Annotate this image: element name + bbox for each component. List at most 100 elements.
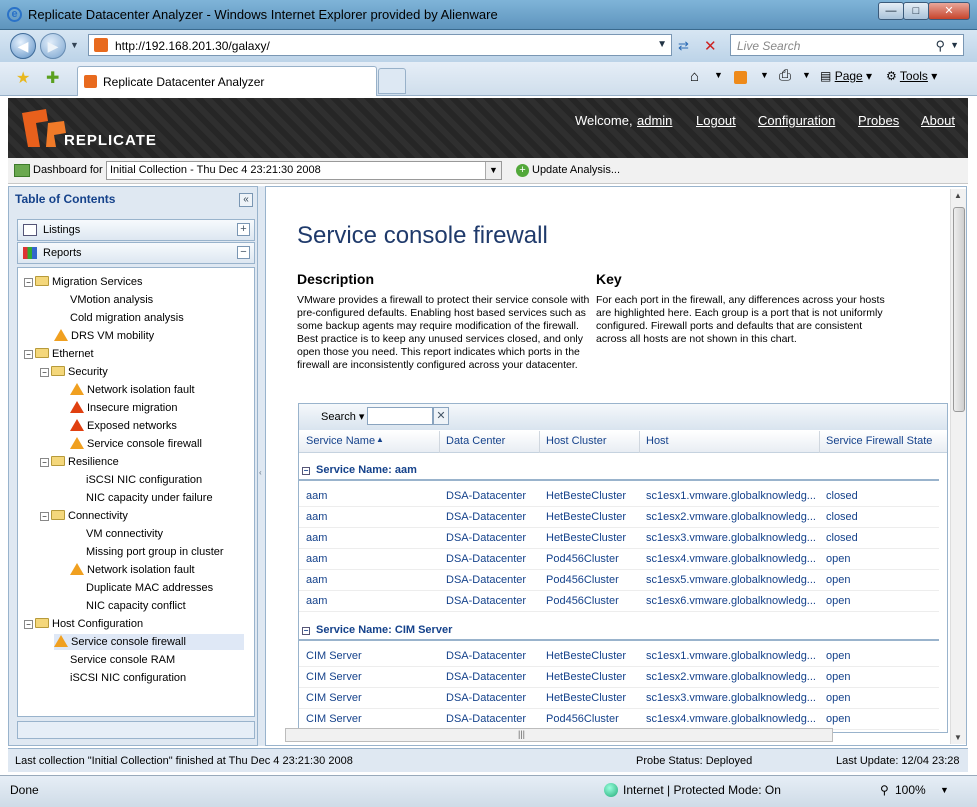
home-icon[interactable]: ⌂	[690, 68, 699, 85]
panel-splitter[interactable]: ‹	[258, 186, 265, 746]
add-favorites-icon[interactable]: ✚	[46, 68, 59, 88]
feeds-dropdown-icon[interactable]: ▼	[760, 70, 769, 80]
tree-report-item[interactable]: NIC capacity under failure	[70, 490, 213, 506]
scroll-up-icon[interactable]: ▲	[954, 191, 962, 200]
collapse-node-icon[interactable]: −	[40, 458, 49, 467]
maximize-button[interactable]: □	[903, 2, 929, 20]
splitter-arrow-icon[interactable]: ‹	[259, 468, 262, 477]
column-header[interactable]: Data Center	[446, 435, 505, 447]
dashboard-select[interactable]: Initial Collection - Thu Dec 4 23:21:30 …	[106, 161, 502, 180]
search-dropdown-icon[interactable]: ▼	[950, 40, 959, 50]
tree-folder[interactable]: − Host Configuration	[24, 616, 143, 632]
tree-report-item[interactable]: iSCSI NIC configuration	[70, 472, 202, 488]
back-button[interactable]: ◀	[10, 33, 36, 59]
grid-group-header[interactable]: − Service Name: CIM Server	[299, 619, 939, 641]
tree-report-item[interactable]: VM connectivity	[70, 526, 163, 542]
tree-report-item[interactable]: Service console RAM	[54, 652, 175, 668]
table-row[interactable]: aam DSA-Datacenter Pod456Cluster sc1esx6.vm…	[299, 591, 939, 612]
listings-accordion[interactable]: Listings +	[17, 219, 255, 241]
tree-report-item[interactable]: Network isolation fault	[70, 562, 195, 578]
search-input[interactable]: Live Search ⚲ ▼	[730, 34, 964, 56]
table-row[interactable]: aam DSA-Datacenter Pod456Cluster sc1esx4.vm…	[299, 549, 939, 570]
tree-folder[interactable]: − Ethernet	[24, 346, 94, 362]
collapse-group-icon[interactable]: −	[302, 467, 310, 475]
tree-report-item[interactable]: iSCSI NIC configuration	[54, 670, 186, 686]
collapse-group-icon[interactable]: −	[302, 627, 310, 635]
tree-report-item[interactable]: NIC capacity conflict	[70, 598, 186, 614]
table-row[interactable]: aam DSA-Datacenter Pod456Cluster sc1esx5.vm…	[299, 570, 939, 591]
tree-report-item[interactable]: VMotion analysis	[54, 292, 153, 308]
grid-search-input[interactable]	[367, 407, 433, 425]
search-icon[interactable]: ⚲	[935, 38, 945, 54]
expand-listings-button[interactable]: +	[237, 223, 250, 236]
horizontal-scrollbar[interactable]: |||	[285, 728, 833, 742]
tree-report-item[interactable]: Duplicate MAC addresses	[70, 580, 213, 596]
table-row[interactable]: aam DSA-Datacenter HetBesteCluster sc1esx2.…	[299, 507, 939, 528]
collapse-node-icon[interactable]: −	[40, 512, 49, 521]
tree-folder[interactable]: − Security	[40, 364, 108, 380]
refresh-icon[interactable]: ⇄	[678, 38, 689, 54]
tree-report-item[interactable]: Cold migration analysis	[54, 310, 184, 326]
tree-report-item[interactable]: Missing port group in cluster	[70, 544, 224, 560]
tree-report-item[interactable]: Insecure migration	[70, 400, 178, 416]
tree-report-item[interactable]: Service console firewall	[70, 436, 202, 452]
print-dropdown-icon[interactable]: ▼	[802, 70, 811, 80]
home-dropdown-icon[interactable]: ▼	[714, 70, 723, 80]
grid-group-header[interactable]: − Service Name: aam	[299, 459, 939, 481]
address-bar[interactable]: http://192.168.201.30/galaxy/ ▼	[88, 34, 672, 56]
column-header[interactable]: Service Firewall State	[826, 435, 932, 447]
new-tab-button[interactable]	[378, 68, 406, 94]
forward-button[interactable]: ▶	[40, 33, 66, 59]
column-header[interactable]: Host	[646, 435, 669, 447]
history-dropdown-icon[interactable]: ▼	[70, 40, 79, 50]
tab-replicate[interactable]: Replicate Datacenter Analyzer	[77, 66, 377, 96]
feeds-icon[interactable]	[734, 71, 747, 84]
tools-menu[interactable]: ⚙ Tools ▾	[886, 69, 937, 83]
zoom-level[interactable]: 100%	[895, 783, 926, 797]
zoom-icon[interactable]: ⚲	[880, 783, 889, 797]
tree-report-item[interactable]: DRS VM mobility	[54, 328, 154, 344]
column-header[interactable]: Host Cluster	[546, 435, 607, 447]
close-window-button[interactable]: ✕	[928, 2, 970, 20]
collapse-node-icon[interactable]: −	[24, 350, 33, 359]
tree-folder[interactable]: − Connectivity	[40, 508, 128, 524]
favorites-star-icon[interactable]: ★	[16, 68, 30, 88]
grid-search-menu[interactable]: Search ▾	[321, 410, 364, 423]
configuration-link[interactable]: Configuration	[758, 113, 835, 128]
tree-report-item[interactable]: Network isolation fault	[70, 382, 195, 398]
collapse-node-icon[interactable]: −	[24, 620, 33, 629]
table-row[interactable]: CIM Server DSA-Datacenter Pod456Cluster sc1…	[299, 709, 939, 730]
table-row[interactable]: CIM Server DSA-Datacenter HetBesteCluster s…	[299, 667, 939, 688]
address-dropdown-icon[interactable]: ▼	[657, 39, 667, 50]
probes-link[interactable]: Probes	[858, 113, 899, 128]
update-analysis-button[interactable]: Update Analysis...	[532, 164, 620, 176]
tree-report-item[interactable]: Exposed networks	[70, 418, 177, 434]
table-row[interactable]: aam DSA-Datacenter HetBesteCluster sc1esx3.…	[299, 528, 939, 549]
page-menu[interactable]: ▤ Page ▾	[820, 69, 872, 83]
table-row[interactable]: CIM Server DSA-Datacenter HetBesteCluster s…	[299, 646, 939, 667]
sort-asc-icon[interactable]: ▲	[376, 435, 384, 444]
collapse-reports-button[interactable]: −	[237, 246, 250, 259]
clear-search-button[interactable]: ✕	[433, 407, 449, 425]
zoom-dropdown-icon[interactable]: ▼	[940, 785, 949, 795]
tree-folder[interactable]: − Migration Services	[24, 274, 142, 290]
print-icon[interactable]: ⎙	[779, 67, 791, 84]
vertical-scrollbar[interactable]: ▲ ▼	[950, 189, 966, 744]
column-header[interactable]: Service Name	[306, 435, 375, 447]
scroll-thumb[interactable]	[953, 207, 965, 412]
logout-link[interactable]: Logout	[696, 113, 736, 128]
stop-icon[interactable]: ✕	[704, 37, 717, 55]
reports-accordion[interactable]: Reports −	[17, 242, 255, 264]
user-link[interactable]: admin	[637, 113, 672, 128]
tree-folder[interactable]: − Resilience	[40, 454, 119, 470]
about-link[interactable]: About	[921, 113, 955, 128]
table-row[interactable]: aam DSA-Datacenter HetBesteCluster sc1esx1.…	[299, 486, 939, 507]
collapse-sidebar-button[interactable]: «	[239, 193, 253, 207]
chevron-down-icon[interactable]: ▼	[485, 162, 501, 179]
collapse-node-icon[interactable]: −	[24, 278, 33, 287]
minimize-button[interactable]: —	[878, 2, 904, 20]
table-row[interactable]: CIM Server DSA-Datacenter HetBesteCluster s…	[299, 688, 939, 709]
scroll-down-icon[interactable]: ▼	[954, 733, 962, 742]
tree-report-item[interactable]: Service console firewall	[54, 634, 244, 650]
collapse-node-icon[interactable]: −	[40, 368, 49, 377]
